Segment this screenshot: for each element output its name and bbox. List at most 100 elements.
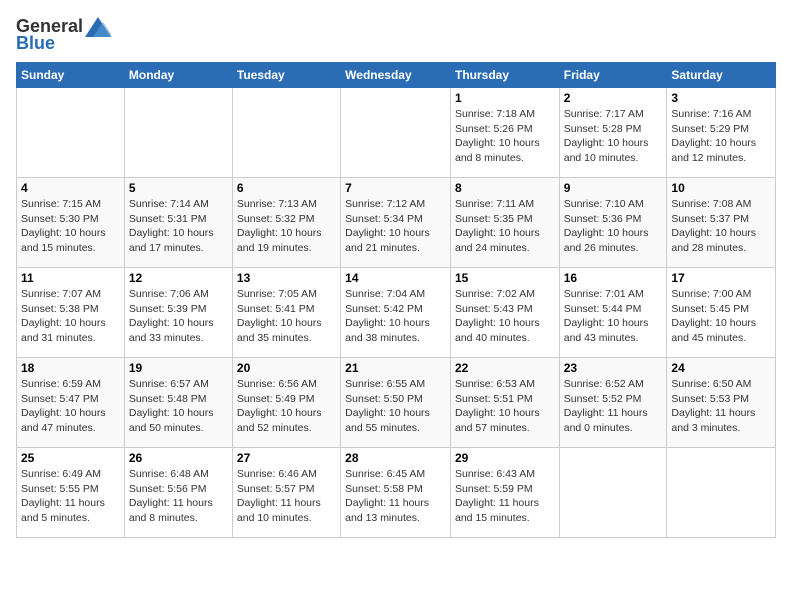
day-number: 22 bbox=[455, 361, 555, 375]
calendar-table: SundayMondayTuesdayWednesdayThursdayFrid… bbox=[16, 62, 776, 538]
calendar-cell: 16 Sunrise: 7:01 AMSunset: 5:44 PMDayligh… bbox=[559, 268, 667, 358]
day-number: 17 bbox=[671, 271, 771, 285]
day-number: 1 bbox=[455, 91, 555, 105]
calendar-cell bbox=[17, 88, 125, 178]
logo-text-blue: Blue bbox=[16, 33, 55, 54]
calendar-cell: 21 Sunrise: 6:55 AMSunset: 5:50 PMDayligh… bbox=[341, 358, 451, 448]
calendar-cell: 8 Sunrise: 7:11 AMSunset: 5:35 PMDaylight… bbox=[450, 178, 559, 268]
day-info: Sunrise: 7:02 AMSunset: 5:43 PMDaylight:… bbox=[455, 287, 555, 346]
day-number: 21 bbox=[345, 361, 446, 375]
logo-icon bbox=[85, 17, 111, 37]
calendar-cell: 27 Sunrise: 6:46 AMSunset: 5:57 PMDayligh… bbox=[232, 448, 340, 538]
calendar-cell: 14 Sunrise: 7:04 AMSunset: 5:42 PMDayligh… bbox=[341, 268, 451, 358]
calendar-cell: 22Sunrise: 6:53 AMSunset: 5:51 PMDayligh… bbox=[450, 358, 559, 448]
calendar-cell: 23 Sunrise: 6:52 AMSunset: 5:52 PMDayligh… bbox=[559, 358, 667, 448]
week-row-0: 1 Sunrise: 7:18 AMSunset: 5:26 PMDaylight… bbox=[17, 88, 776, 178]
calendar-cell: 2Sunrise: 7:17 AMSunset: 5:28 PMDaylight… bbox=[559, 88, 667, 178]
day-info: Sunrise: 6:57 AMSunset: 5:48 PMDaylight:… bbox=[129, 377, 228, 436]
day-number: 23 bbox=[564, 361, 663, 375]
calendar-cell: 18 Sunrise: 6:59 AMSunset: 5:47 PMDayligh… bbox=[17, 358, 125, 448]
week-row-4: 25 Sunrise: 6:49 AMSunset: 5:55 PMDayligh… bbox=[17, 448, 776, 538]
day-number: 14 bbox=[345, 271, 446, 285]
day-info: Sunrise: 7:14 AMSunset: 5:31 PMDaylight:… bbox=[129, 197, 228, 256]
calendar-cell: 9 Sunrise: 7:10 AMSunset: 5:36 PMDaylight… bbox=[559, 178, 667, 268]
day-number: 19 bbox=[129, 361, 228, 375]
day-info: Sunrise: 7:11 AMSunset: 5:35 PMDaylight:… bbox=[455, 197, 555, 256]
col-header-saturday: Saturday bbox=[667, 63, 776, 88]
day-info: Sunrise: 7:16 AMSunset: 5:29 PMDaylight:… bbox=[671, 107, 771, 166]
calendar-cell: 17 Sunrise: 7:00 AMSunset: 5:45 PMDayligh… bbox=[667, 268, 776, 358]
calendar-cell: 5 Sunrise: 7:14 AMSunset: 5:31 PMDaylight… bbox=[124, 178, 232, 268]
day-info: Sunrise: 6:56 AMSunset: 5:49 PMDaylight:… bbox=[237, 377, 336, 436]
day-info: Sunrise: 6:52 AMSunset: 5:52 PMDaylight:… bbox=[564, 377, 663, 436]
day-info: Sunrise: 6:43 AMSunset: 5:59 PMDaylight:… bbox=[455, 467, 555, 526]
day-number: 10 bbox=[671, 181, 771, 195]
day-number: 11 bbox=[21, 271, 120, 285]
day-info: Sunrise: 7:00 AMSunset: 5:45 PMDaylight:… bbox=[671, 287, 771, 346]
day-number: 16 bbox=[564, 271, 663, 285]
day-info: Sunrise: 7:08 AMSunset: 5:37 PMDaylight:… bbox=[671, 197, 771, 256]
calendar-cell: 1 Sunrise: 7:18 AMSunset: 5:26 PMDaylight… bbox=[450, 88, 559, 178]
logo: General Blue bbox=[16, 16, 111, 54]
week-row-3: 18 Sunrise: 6:59 AMSunset: 5:47 PMDayligh… bbox=[17, 358, 776, 448]
day-info: Sunrise: 6:48 AMSunset: 5:56 PMDaylight:… bbox=[129, 467, 228, 526]
day-number: 29 bbox=[455, 451, 555, 465]
day-number: 15 bbox=[455, 271, 555, 285]
day-number: 24 bbox=[671, 361, 771, 375]
day-number: 25 bbox=[21, 451, 120, 465]
calendar-cell bbox=[232, 88, 340, 178]
calendar-cell: 29 Sunrise: 6:43 AMSunset: 5:59 PMDayligh… bbox=[450, 448, 559, 538]
day-number: 20 bbox=[237, 361, 336, 375]
day-number: 27 bbox=[237, 451, 336, 465]
day-info: Sunrise: 7:04 AMSunset: 5:42 PMDaylight:… bbox=[345, 287, 446, 346]
calendar-cell: 28Sunrise: 6:45 AMSunset: 5:58 PMDayligh… bbox=[341, 448, 451, 538]
day-number: 4 bbox=[21, 181, 120, 195]
calendar-cell bbox=[559, 448, 667, 538]
day-info: Sunrise: 6:49 AMSunset: 5:55 PMDaylight:… bbox=[21, 467, 120, 526]
day-info: Sunrise: 7:18 AMSunset: 5:26 PMDaylight:… bbox=[455, 107, 555, 166]
day-info: Sunrise: 7:13 AMSunset: 5:32 PMDaylight:… bbox=[237, 197, 336, 256]
day-number: 8 bbox=[455, 181, 555, 195]
col-header-sunday: Sunday bbox=[17, 63, 125, 88]
calendar-cell bbox=[124, 88, 232, 178]
calendar-cell: 24Sunrise: 6:50 AMSunset: 5:53 PMDayligh… bbox=[667, 358, 776, 448]
day-info: Sunrise: 6:46 AMSunset: 5:57 PMDaylight:… bbox=[237, 467, 336, 526]
calendar-cell: 13Sunrise: 7:05 AMSunset: 5:41 PMDayligh… bbox=[232, 268, 340, 358]
calendar-cell: 6 Sunrise: 7:13 AMSunset: 5:32 PMDaylight… bbox=[232, 178, 340, 268]
day-info: Sunrise: 7:05 AMSunset: 5:41 PMDaylight:… bbox=[237, 287, 336, 346]
calendar-cell: 12 Sunrise: 7:06 AMSunset: 5:39 PMDayligh… bbox=[124, 268, 232, 358]
day-number: 3 bbox=[671, 91, 771, 105]
day-number: 12 bbox=[129, 271, 228, 285]
day-info: Sunrise: 7:07 AMSunset: 5:38 PMDaylight:… bbox=[21, 287, 120, 346]
day-info: Sunrise: 6:59 AMSunset: 5:47 PMDaylight:… bbox=[21, 377, 120, 436]
calendar-cell bbox=[667, 448, 776, 538]
day-number: 7 bbox=[345, 181, 446, 195]
header: General Blue bbox=[16, 16, 776, 54]
day-info: Sunrise: 7:01 AMSunset: 5:44 PMDaylight:… bbox=[564, 287, 663, 346]
header-row: SundayMondayTuesdayWednesdayThursdayFrid… bbox=[17, 63, 776, 88]
calendar-cell: 25 Sunrise: 6:49 AMSunset: 5:55 PMDayligh… bbox=[17, 448, 125, 538]
col-header-monday: Monday bbox=[124, 63, 232, 88]
calendar-cell: 10 Sunrise: 7:08 AMSunset: 5:37 PMDayligh… bbox=[667, 178, 776, 268]
day-info: Sunrise: 7:10 AMSunset: 5:36 PMDaylight:… bbox=[564, 197, 663, 256]
calendar-cell: 11 Sunrise: 7:07 AMSunset: 5:38 PMDayligh… bbox=[17, 268, 125, 358]
day-number: 28 bbox=[345, 451, 446, 465]
col-header-thursday: Thursday bbox=[450, 63, 559, 88]
col-header-wednesday: Wednesday bbox=[341, 63, 451, 88]
day-info: Sunrise: 7:06 AMSunset: 5:39 PMDaylight:… bbox=[129, 287, 228, 346]
calendar-cell: 15 Sunrise: 7:02 AMSunset: 5:43 PMDayligh… bbox=[450, 268, 559, 358]
day-number: 2 bbox=[564, 91, 663, 105]
week-row-2: 11 Sunrise: 7:07 AMSunset: 5:38 PMDayligh… bbox=[17, 268, 776, 358]
day-number: 5 bbox=[129, 181, 228, 195]
calendar-cell: 26Sunrise: 6:48 AMSunset: 5:56 PMDayligh… bbox=[124, 448, 232, 538]
week-row-1: 4 Sunrise: 7:15 AMSunset: 5:30 PMDaylight… bbox=[17, 178, 776, 268]
day-number: 18 bbox=[21, 361, 120, 375]
calendar-cell: 19 Sunrise: 6:57 AMSunset: 5:48 PMDayligh… bbox=[124, 358, 232, 448]
day-number: 6 bbox=[237, 181, 336, 195]
day-number: 9 bbox=[564, 181, 663, 195]
col-header-tuesday: Tuesday bbox=[232, 63, 340, 88]
day-info: Sunrise: 7:15 AMSunset: 5:30 PMDaylight:… bbox=[21, 197, 120, 256]
col-header-friday: Friday bbox=[559, 63, 667, 88]
calendar-cell: 7Sunrise: 7:12 AMSunset: 5:34 PMDaylight… bbox=[341, 178, 451, 268]
day-info: Sunrise: 6:55 AMSunset: 5:50 PMDaylight:… bbox=[345, 377, 446, 436]
